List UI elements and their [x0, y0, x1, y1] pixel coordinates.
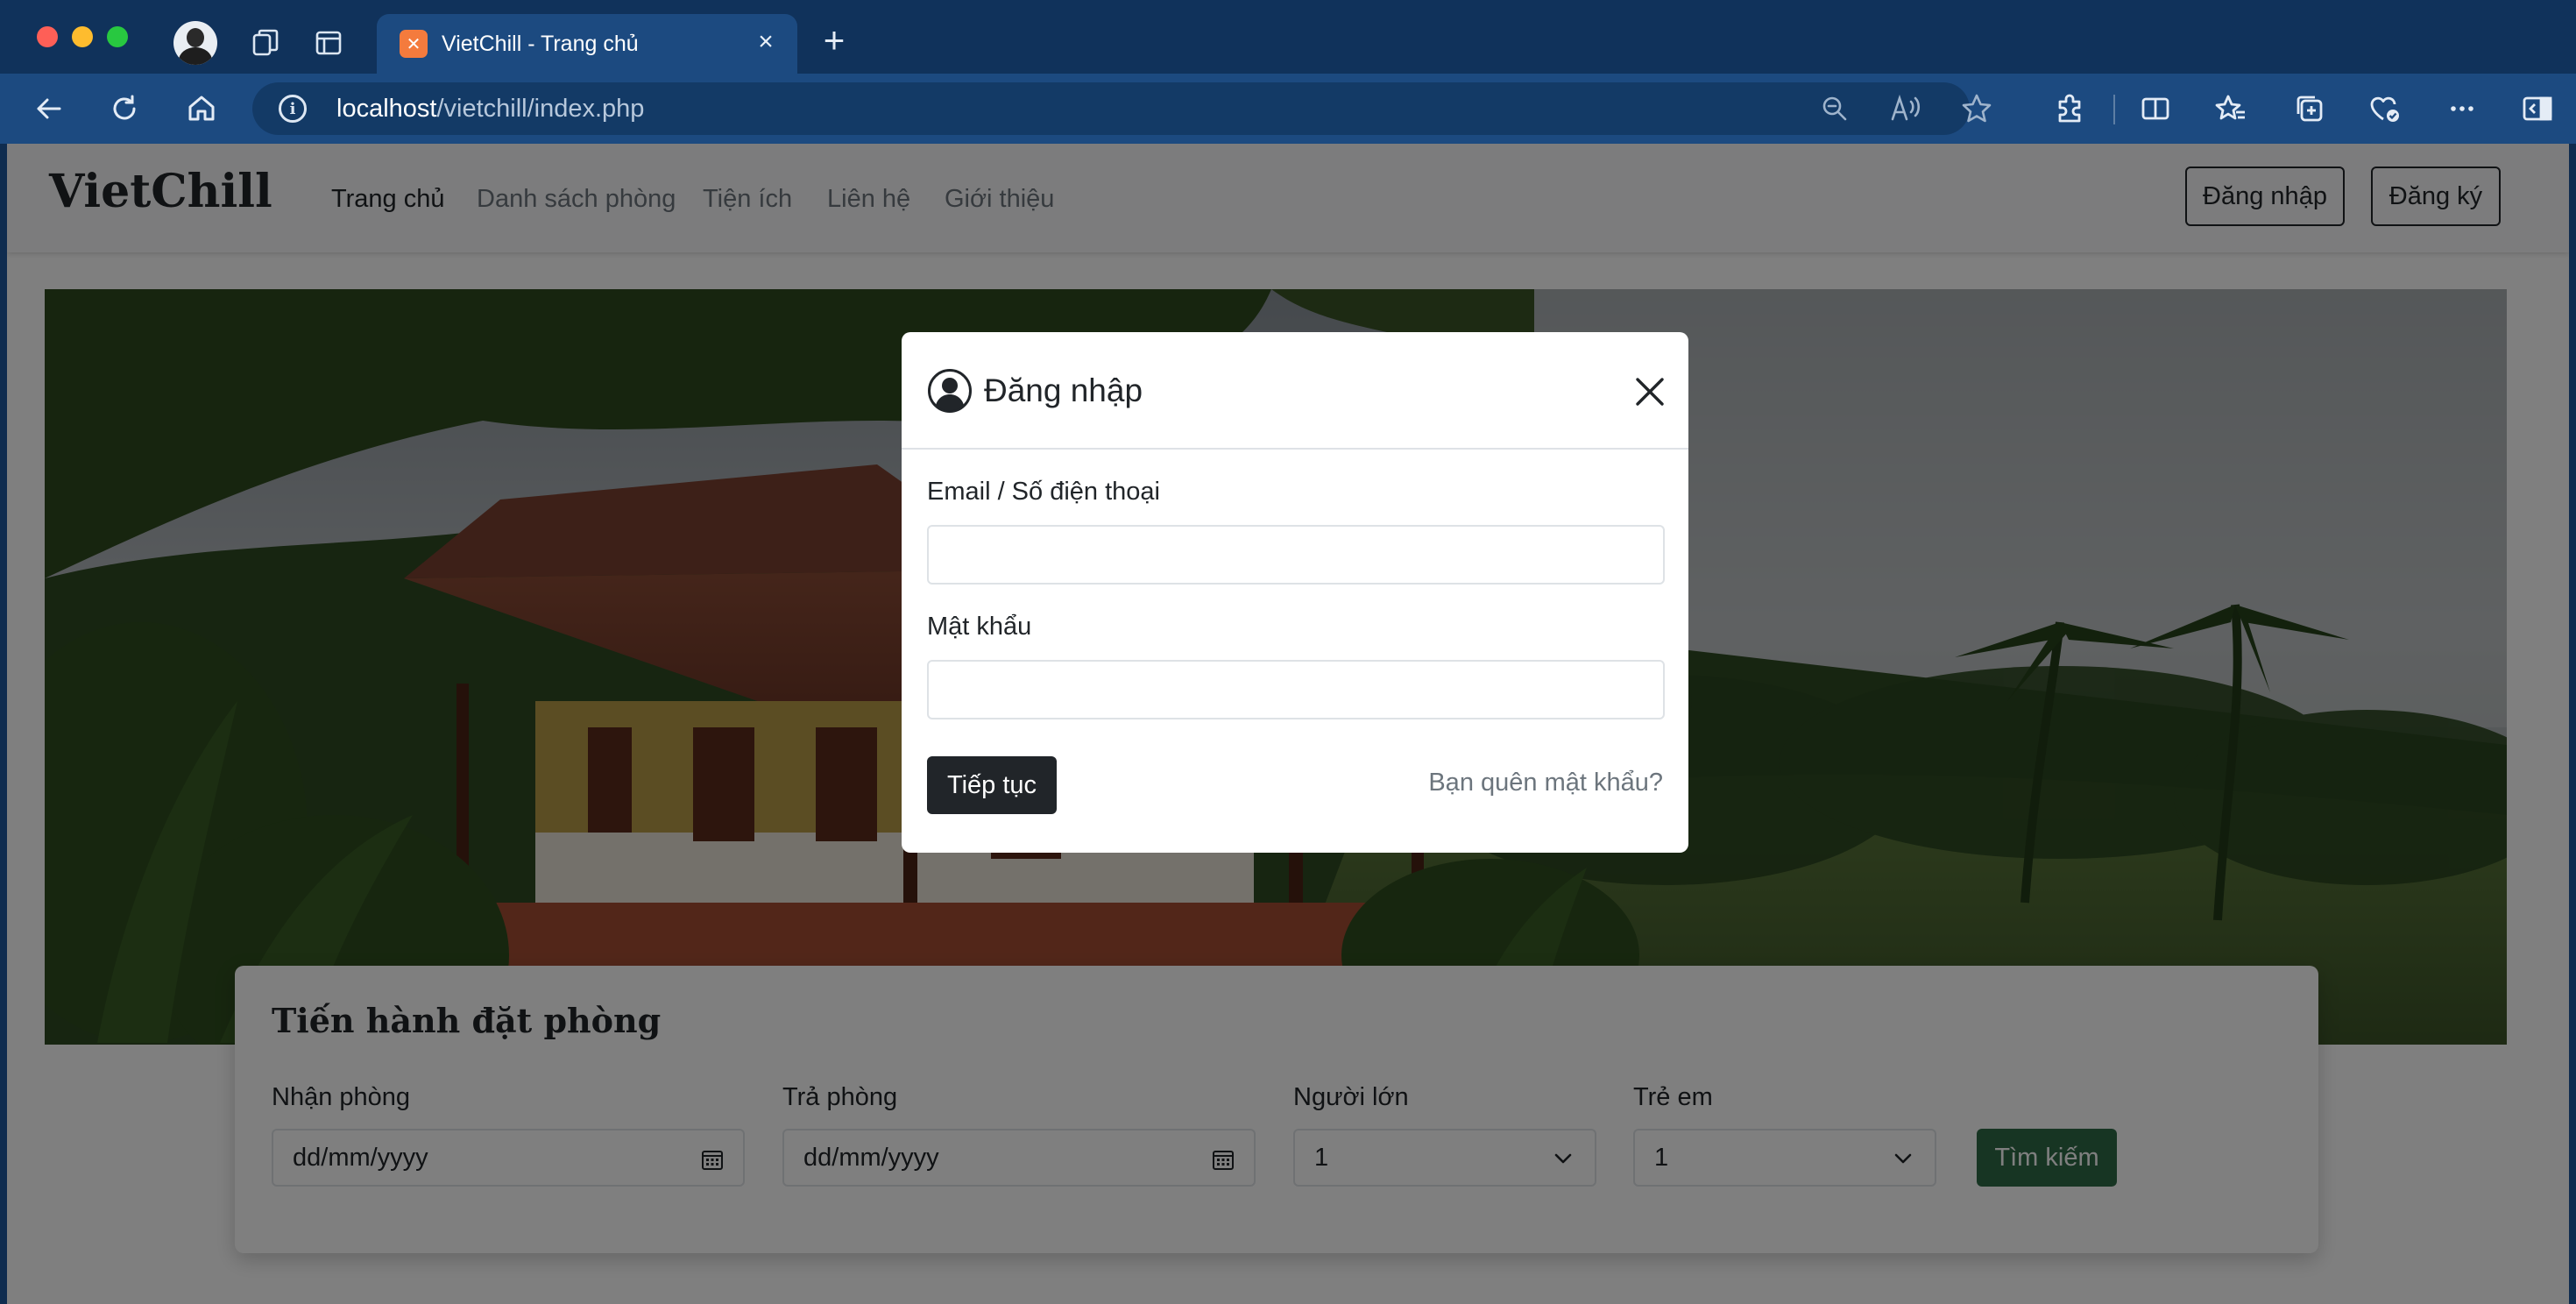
back-icon[interactable] — [32, 91, 67, 126]
close-icon[interactable] — [1632, 374, 1667, 409]
site-info-icon[interactable]: i — [279, 95, 307, 123]
favorite-star-icon[interactable] — [1959, 91, 1994, 126]
email-field[interactable] — [927, 525, 1665, 585]
split-screen-icon[interactable] — [2138, 91, 2173, 126]
browser-toolbar: i localhost/vietchill/index.php — [0, 74, 2576, 144]
browser-essentials-icon[interactable] — [2367, 91, 2403, 126]
sidebar-toggle-icon[interactable] — [2520, 91, 2555, 126]
browser-tab-active[interactable]: ✕ VietChill - Trang chủ × — [377, 14, 797, 74]
tab-actions-icon[interactable] — [312, 26, 345, 60]
tab-close-icon[interactable]: × — [750, 26, 782, 58]
modal-title: Đăng nhập — [984, 372, 1143, 408]
email-label: Email / Số điện thoại — [927, 478, 1160, 506]
home-icon[interactable] — [184, 91, 219, 126]
browser-titlebar: ✕ VietChill - Trang chủ × + — [0, 0, 2576, 74]
profile-avatar[interactable] — [173, 21, 217, 65]
tab-title: VietChill - Trang chủ — [442, 32, 639, 56]
xampp-favicon-icon: ✕ — [400, 30, 428, 58]
favorites-icon[interactable] — [2213, 91, 2248, 126]
zoom-out-icon[interactable] — [1819, 93, 1851, 124]
forgot-password-link[interactable]: Bạn quên mật khẩu? — [1428, 769, 1663, 797]
read-aloud-icon[interactable] — [1889, 93, 1924, 124]
continue-button[interactable]: Tiếp tục — [927, 756, 1057, 814]
collections-icon[interactable] — [2292, 91, 2327, 126]
more-options-icon[interactable] — [2445, 91, 2480, 126]
password-field[interactable] — [927, 660, 1665, 719]
toolbar-separator — [2113, 95, 2115, 124]
address-url[interactable]: localhost/vietchill/index.php — [336, 95, 644, 123]
password-label: Mật khẩu — [927, 613, 1032, 641]
extensions-icon[interactable] — [2052, 91, 2087, 126]
user-circle-icon — [928, 369, 972, 413]
window-zoom-button[interactable] — [107, 26, 128, 47]
reload-icon[interactable] — [107, 91, 142, 126]
web-page: VietChill Trang chủ Danh sách phòng Tiện… — [7, 144, 2569, 1304]
window-minimize-button[interactable] — [72, 26, 93, 47]
address-bar[interactable]: i localhost/vietchill/index.php — [252, 82, 1992, 135]
login-modal: Đăng nhập Email / Số điện thoại Mật khẩu… — [902, 332, 1688, 853]
new-tab-button[interactable]: + — [815, 22, 853, 61]
modal-header: Đăng nhập — [902, 332, 1688, 450]
window-close-button[interactable] — [37, 26, 58, 47]
workspaces-icon[interactable] — [249, 26, 282, 60]
